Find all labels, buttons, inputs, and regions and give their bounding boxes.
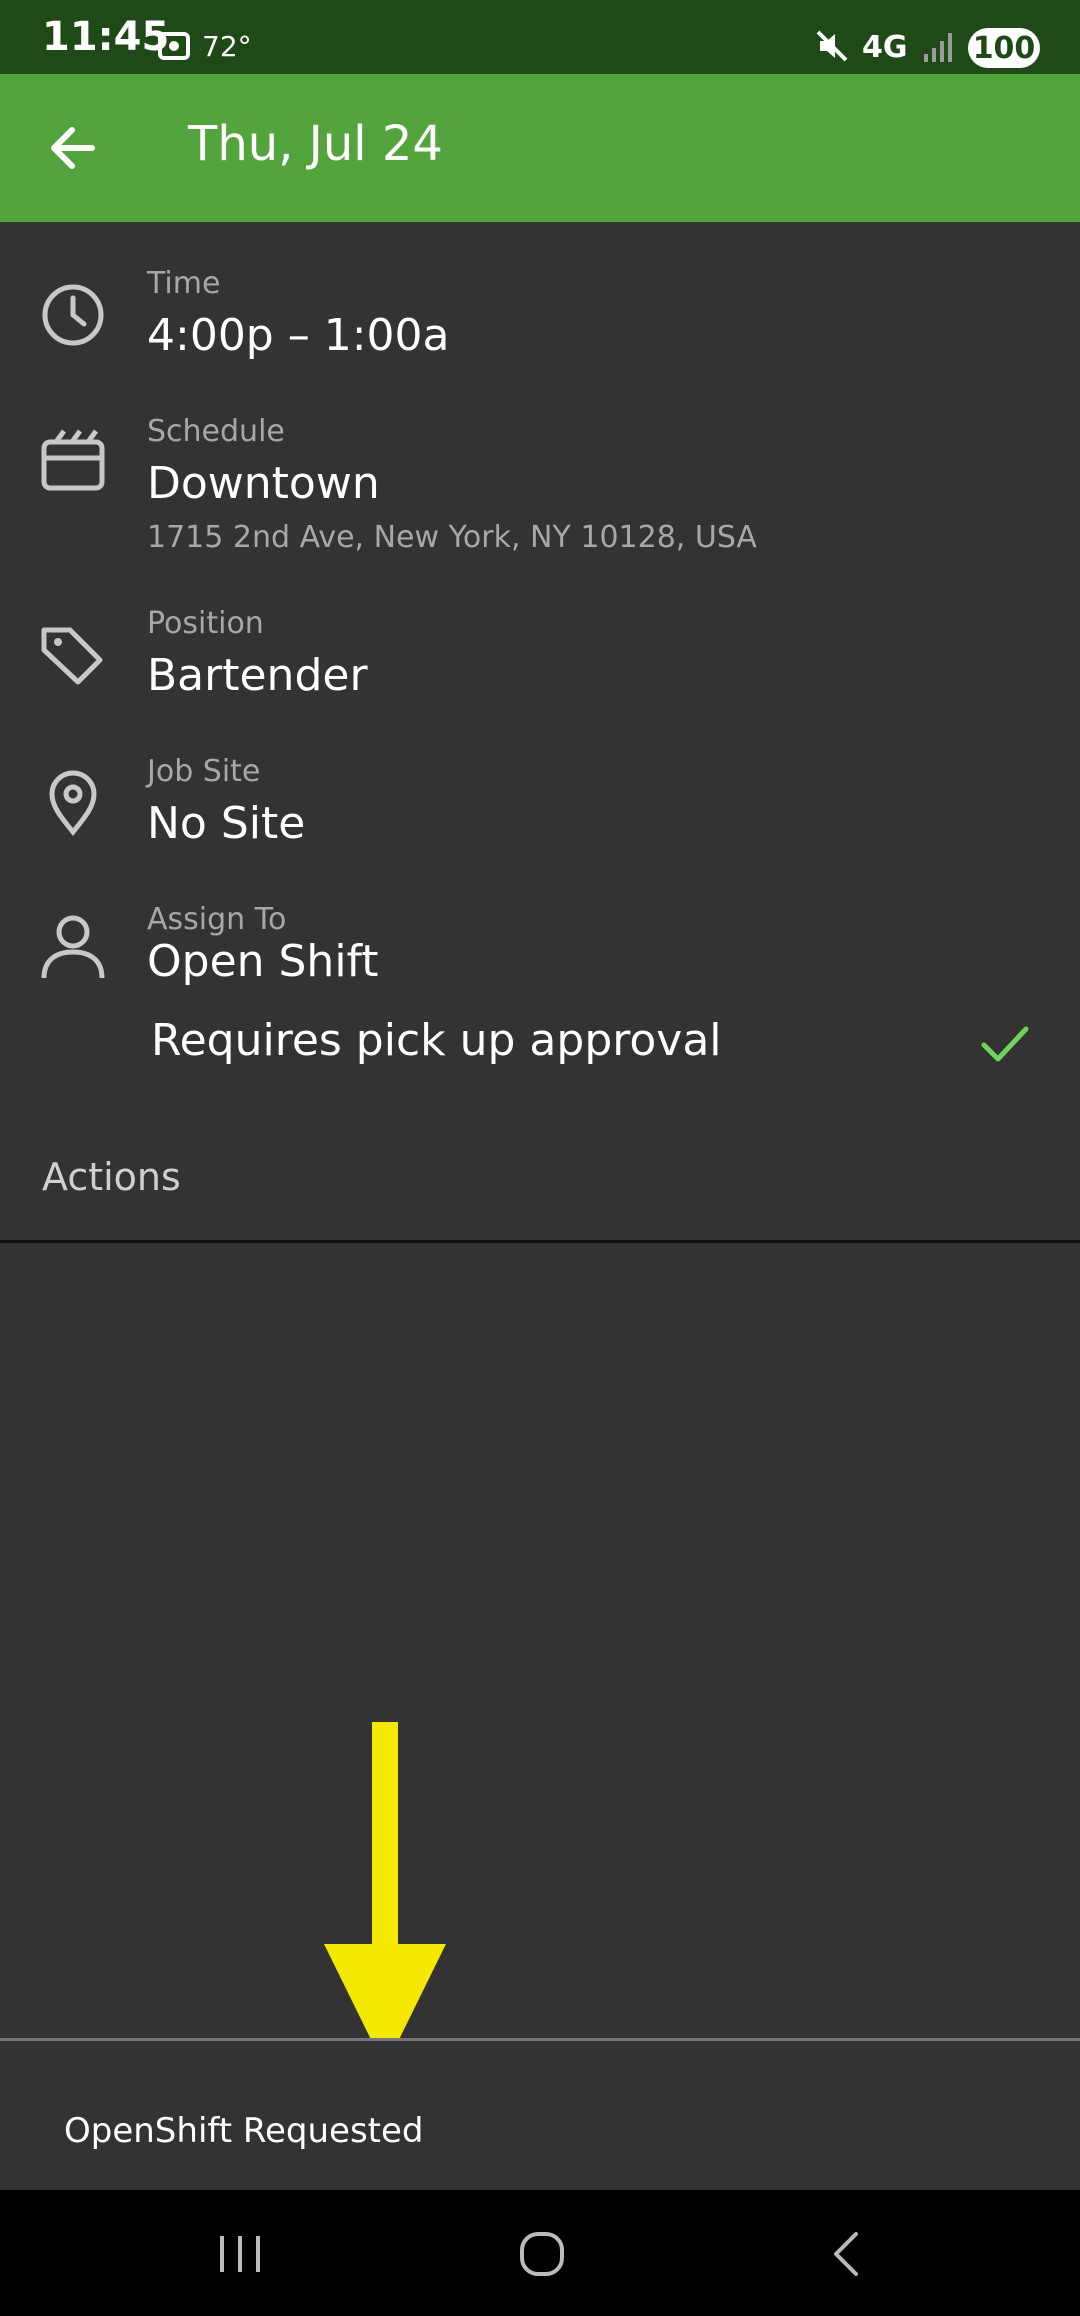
time-label: Time <box>147 266 221 301</box>
position-label: Position <box>147 606 264 641</box>
check-icon[interactable] <box>980 1025 1030 1065</box>
tag-icon <box>41 627 103 685</box>
schedule-value: Downtown <box>147 458 380 509</box>
status-time: 11:45 <box>42 14 170 60</box>
battery-indicator: 100 <box>968 28 1040 68</box>
back-icon[interactable] <box>816 2226 876 2282</box>
home-icon[interactable] <box>512 2226 572 2282</box>
job-site-label: Job Site <box>147 754 261 789</box>
assign-to-label: Assign To <box>147 902 287 937</box>
assign-to-row[interactable]: Assign To Open Shift <box>0 896 1080 987</box>
status-temperature: 72° <box>202 30 252 63</box>
page-title: Thu, Jul 24 <box>188 116 443 172</box>
network-type: 4G <box>862 30 908 65</box>
schedule-label: Schedule <box>147 414 285 449</box>
signal-icon <box>924 33 952 62</box>
requires-approval-label: Requires pick up approval <box>151 1015 722 1066</box>
time-row[interactable]: Time 4:00p – 1:00a <box>0 260 1080 370</box>
position-value: Bartender <box>147 650 368 701</box>
clock-icon <box>42 284 104 346</box>
status-bar: 11:45 72° 4G 100 <box>0 0 1080 74</box>
position-row[interactable]: Position Bartender <box>0 600 1080 710</box>
job-site-value: No Site <box>147 798 306 849</box>
job-site-row[interactable]: Job Site No Site <box>0 748 1080 858</box>
schedule-row[interactable]: Schedule Downtown 1715 2nd Ave, New York… <box>0 408 1080 568</box>
recents-icon[interactable] <box>210 2226 270 2282</box>
screenshot-icon <box>158 32 190 60</box>
system-nav-bar <box>0 2190 1080 2316</box>
actions-heading: Actions <box>42 1155 181 1199</box>
back-arrow-icon[interactable] <box>44 118 104 178</box>
location-pin-icon <box>49 770 97 836</box>
schedule-address: 1715 2nd Ave, New York, NY 10128, USA <box>147 520 757 555</box>
calendar-icon <box>41 429 105 491</box>
section-divider <box>0 1240 1080 1243</box>
annotation-arrow-icon <box>324 1722 446 2068</box>
person-icon <box>41 915 105 979</box>
mute-icon <box>816 30 848 62</box>
app-bar: Thu, Jul 24 <box>0 74 1080 222</box>
time-value: 4:00p – 1:00a <box>147 310 450 361</box>
snackbar-message: OpenShift Requested <box>64 2111 424 2151</box>
assign-to-value: Open Shift <box>147 936 379 987</box>
snackbar: OpenShift Requested <box>0 2038 1080 2193</box>
